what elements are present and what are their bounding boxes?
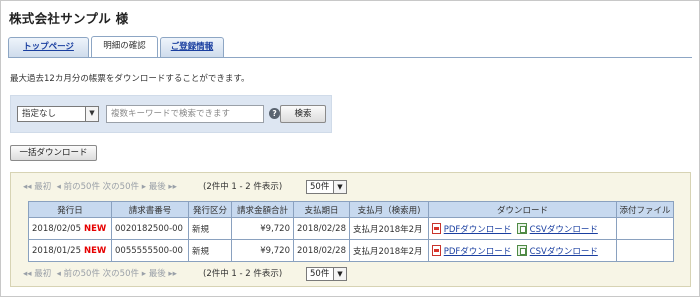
due-date: 2018/02/28: [293, 217, 350, 240]
pager-next-link[interactable]: 次の50件: [103, 269, 139, 279]
attachment-cell: [616, 239, 674, 262]
per-page-select[interactable]: 50件 ▼: [306, 180, 347, 194]
table-header-row: 発行日 請求書番号 発行区分 請求金額合計 支払期日 支払月（検索用) ダウンロ…: [28, 201, 674, 218]
new-badge: NEW: [84, 223, 107, 234]
filter-select[interactable]: 指定なし ▼: [17, 106, 99, 122]
bulk-download-button[interactable]: 一括ダウンロード: [10, 145, 97, 161]
issue-date-cell: 2018/02/05 NEW: [28, 217, 112, 240]
pager-first-link[interactable]: 最初: [34, 269, 51, 279]
table-row: 2018/01/25 NEW 0055555500-00 新規 ¥9,720 20…: [28, 239, 674, 262]
chevron-down-icon: ▼: [333, 181, 346, 193]
amount-total: ¥9,720: [231, 217, 294, 240]
search-panel: 指定なし ▼ 複数キーワードで検索できます ? 検索: [10, 95, 332, 133]
pager-prev-link[interactable]: 前の50件: [64, 182, 100, 192]
help-icon[interactable]: ?: [269, 108, 280, 119]
new-badge: NEW: [84, 245, 107, 256]
pager-prev-icon: ◂: [53, 269, 61, 279]
company-name: 株式会社サンプル 様: [9, 11, 129, 26]
pager-top: ◂◂ 最初 ◂ 前の50件 次の50件 ▸ 最後 ▸▸ (2件中 1 - 2 件…: [23, 180, 347, 194]
table-row: 2018/02/05 NEW 0020182500-00 新規 ¥9,720 20…: [28, 217, 674, 240]
per-page-value: 50件: [310, 269, 330, 279]
pager-count: (2件中 1 - 2 件表示): [203, 269, 283, 279]
results-panel: ◂◂ 最初 ◂ 前の50件 次の50件 ▸ 最後 ▸▸ (2件中 1 - 2 件…: [10, 172, 691, 287]
pager-prev-icon: ◂: [53, 182, 61, 192]
keyword-input[interactable]: 複数キーワードで検索できます: [106, 105, 264, 123]
amount-total: ¥9,720: [231, 239, 294, 262]
pager-bottom: ◂◂ 最初 ◂ 前の50件 次の50件 ▸ 最後 ▸▸ (2件中 1 - 2 件…: [23, 267, 347, 281]
col-due-date: 支払期日: [293, 201, 350, 218]
pager-last-icon: ▸▸: [168, 182, 177, 192]
pdf-icon: [432, 222, 441, 234]
issue-date-cell: 2018/01/25 NEW: [28, 239, 112, 262]
col-issue-type: 発行区分: [188, 201, 232, 218]
pager-last-link[interactable]: 最後: [149, 182, 166, 192]
col-attachment: 添付ファイル: [616, 201, 674, 218]
invoice-number: 0020182500-00: [111, 217, 189, 240]
filter-select-value: 指定なし: [22, 109, 57, 119]
pager-count: (2件中 1 - 2 件表示): [203, 182, 283, 192]
per-page-select[interactable]: 50件 ▼: [306, 267, 347, 281]
pager-next-link[interactable]: 次の50件: [103, 182, 139, 192]
col-download: ダウンロード: [428, 201, 617, 218]
csv-icon: [516, 244, 527, 256]
pdf-download-link[interactable]: PDFダウンロード: [444, 247, 512, 257]
download-cell: PDFダウンロード CSVダウンロード: [428, 239, 617, 262]
chevron-down-icon: ▼: [85, 107, 98, 121]
chevron-down-icon: ▼: [333, 268, 346, 280]
csv-download-link[interactable]: CSVダウンロード: [530, 247, 598, 257]
payment-month: 支払月2018年2月: [349, 217, 429, 240]
csv-download-link[interactable]: CSVダウンロード: [530, 225, 598, 235]
pdf-icon: [432, 244, 441, 256]
col-payment-month: 支払月（検索用): [349, 201, 429, 218]
tab-registration-info[interactable]: ご登録情報: [160, 37, 224, 57]
pager-first-icon: ◂◂: [23, 182, 32, 192]
pdf-download-link[interactable]: PDFダウンロード: [444, 225, 512, 235]
page-description: 最大過去12カ月分の帳票をダウンロードすることができます。: [10, 74, 250, 84]
issue-date: 2018/01/25: [32, 245, 81, 256]
tab-top-page[interactable]: トップページ: [8, 37, 89, 57]
per-page-value: 50件: [310, 182, 330, 192]
payment-month: 支払月2018年2月: [349, 239, 429, 262]
tab-statement-check[interactable]: 明細の確認: [91, 36, 158, 58]
pager-next-icon: ▸: [141, 269, 146, 279]
pager-last-link[interactable]: 最後: [149, 269, 166, 279]
tab-divider: [8, 57, 692, 58]
due-date: 2018/02/28: [293, 239, 350, 262]
col-amount-total: 請求金額合計: [231, 201, 294, 218]
csv-icon: [516, 222, 527, 234]
issue-type: 新規: [188, 239, 232, 262]
col-invoice-number: 請求書番号: [111, 201, 189, 218]
documents-table: 発行日 請求書番号 発行区分 請求金額合計 支払期日 支払月（検索用) ダウンロ…: [28, 201, 674, 262]
pager-last-icon: ▸▸: [168, 269, 177, 279]
pager-first-link[interactable]: 最初: [34, 182, 51, 192]
search-button[interactable]: 検索: [280, 105, 326, 123]
invoice-number: 0055555500-00: [111, 239, 189, 262]
issue-date: 2018/02/05: [32, 223, 81, 234]
pager-next-icon: ▸: [141, 182, 146, 192]
attachment-cell: [616, 217, 674, 240]
download-cell: PDFダウンロード CSVダウンロード: [428, 217, 617, 240]
issue-type: 新規: [188, 217, 232, 240]
pager-first-icon: ◂◂: [23, 269, 32, 279]
pager-prev-link[interactable]: 前の50件: [64, 269, 100, 279]
col-issue-date: 発行日: [28, 201, 112, 218]
